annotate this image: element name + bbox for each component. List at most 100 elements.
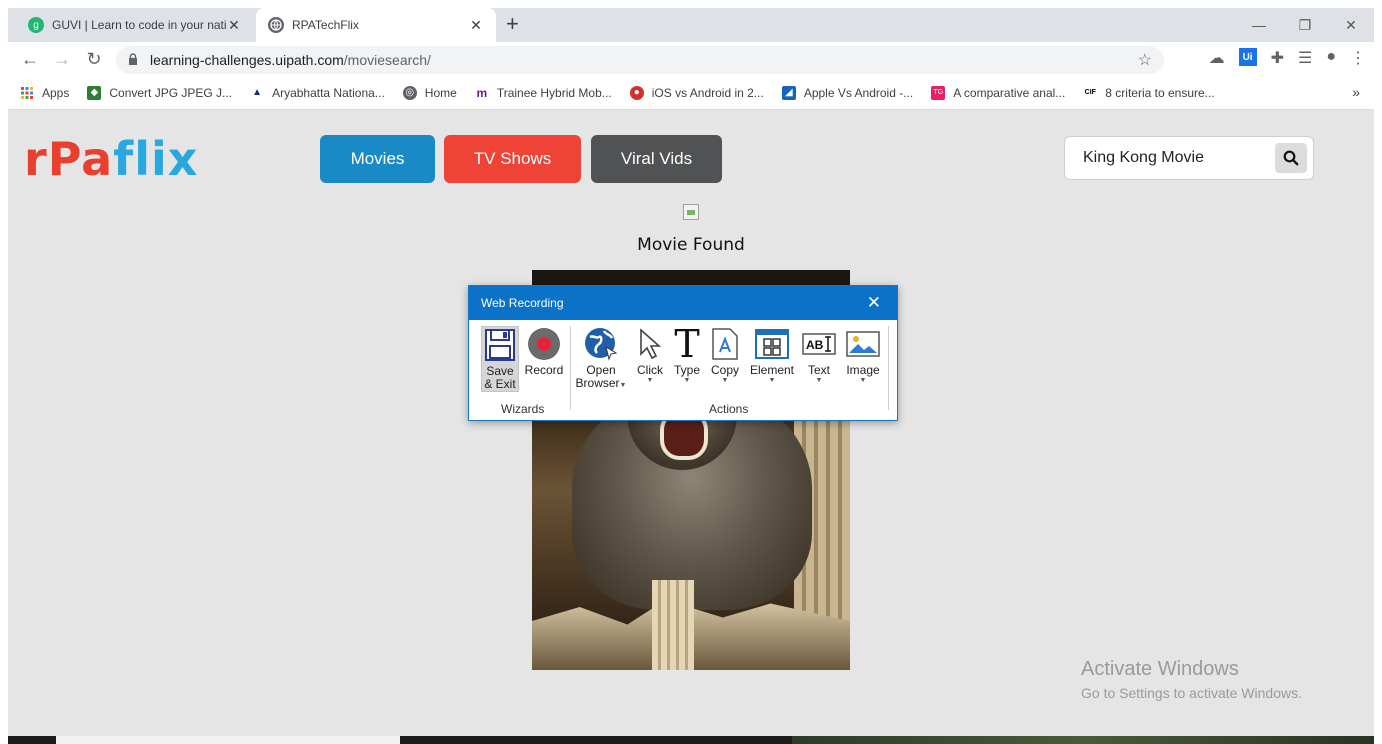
bookmark-aryabhatta[interactable]: ▲ Aryabhatta Nationa... — [250, 86, 385, 100]
bookmarks-bar: Apps ◆ Convert JPG JPEG J... ▲ Aryabhatt… — [8, 76, 1374, 110]
text-button[interactable]: AB Text ▼ — [801, 326, 837, 385]
element-window-icon — [755, 326, 789, 362]
dialog-header: Web Recording ✕ — [469, 286, 897, 320]
tab-guvi[interactable]: g GUVI | Learn to code in your nati ✕ — [16, 8, 254, 42]
cif-icon: CIF — [1084, 89, 1096, 96]
bookmark-comparative[interactable]: TG A comparative anal... — [931, 85, 1065, 100]
address-bar[interactable]: learning-challenges.uipath.com/moviesear… — [116, 46, 1164, 74]
target-icon: ● — [629, 85, 644, 100]
tg-icon: TG — [931, 85, 946, 100]
element-button[interactable]: Element ▼ — [747, 326, 797, 385]
viral-vids-button[interactable]: Viral Vids — [591, 135, 722, 183]
element-label: Element — [749, 363, 795, 377]
dialog-close-button[interactable]: ✕ — [867, 293, 881, 313]
copy-label: Copy — [710, 363, 739, 377]
browser-toolbar: ← → ↻ learning-challenges.uipath.com/mov… — [8, 42, 1374, 76]
bookmark-star-icon[interactable]: ☆ — [1138, 50, 1152, 70]
windows-taskbar — [8, 736, 1374, 744]
watermark-subtitle: Go to Settings to activate Windows. — [1081, 685, 1302, 701]
close-window-button[interactable]: ✕ — [1328, 8, 1374, 42]
minimize-button[interactable]: — — [1236, 8, 1282, 42]
bookmark-ios-vs-android[interactable]: ● iOS vs Android in 2... — [629, 85, 764, 100]
bookmark-convert-jpg[interactable]: ◆ Convert JPG JPEG J... — [87, 85, 233, 100]
open-browser-label-2: Browser — [575, 376, 620, 390]
bookmark-label: Apps — [42, 85, 70, 100]
rpaflix-logo[interactable]: rPaflix — [24, 132, 198, 186]
type-label: Type — [673, 363, 700, 377]
tab-rpatechflix[interactable]: RPATechFlix ✕ — [256, 8, 496, 42]
search-box[interactable]: King Kong Movie — [1064, 136, 1314, 180]
movies-button[interactable]: Movies — [320, 135, 435, 183]
url-host: learning-challenges.uipath.com — [150, 52, 344, 68]
logo-part-r: r — [24, 132, 48, 186]
click-button[interactable]: Click ▼ — [633, 326, 667, 385]
image-button[interactable]: Image ▼ — [841, 326, 885, 385]
restore-button[interactable]: ❐ — [1282, 8, 1328, 42]
image-picture-icon — [846, 326, 880, 362]
bookmark-apps[interactable]: Apps — [20, 86, 69, 100]
reload-button[interactable]: ↻ — [78, 49, 110, 70]
menu-kebab-icon[interactable]: ⋮ — [1350, 48, 1366, 68]
chevron-down-icon: ▼ — [683, 377, 691, 384]
watermark-title: Activate Windows — [1081, 658, 1239, 680]
open-browser-globe-icon — [584, 326, 618, 362]
bookmark-label: 8 criteria to ensure... — [1105, 85, 1215, 100]
chevron-down-icon: ▼ — [768, 377, 776, 384]
bookmark-criteria[interactable]: CIF 8 criteria to ensure... — [1083, 85, 1215, 100]
uipath-extension-icon[interactable]: Ui — [1238, 48, 1257, 66]
web-recording-dialog: Web Recording ✕ Save & Exit Record Wizar… — [468, 285, 898, 421]
tab-close-icon[interactable]: ✕ — [468, 17, 484, 34]
url-path: /moviesearch/ — [343, 52, 431, 68]
bookmarks-overflow-button[interactable]: » — [1352, 84, 1360, 100]
chevron-down-icon: ▼ — [815, 377, 823, 384]
puzzle-extensions-icon[interactable]: ✚ — [1271, 48, 1284, 68]
tab-close-icon[interactable]: ✕ — [226, 17, 242, 34]
save-disk-icon — [485, 327, 515, 363]
record-button[interactable]: Record — [524, 326, 564, 377]
m-icon: m — [476, 85, 488, 100]
wizards-group-label: Wizards — [501, 402, 545, 416]
copy-button[interactable]: Copy ▼ — [707, 326, 743, 385]
tab-title: GUVI | Learn to code in your nati — [52, 18, 226, 32]
bookmark-apple-vs-android[interactable]: ◢ Apple Vs Android -... — [781, 85, 913, 100]
activate-windows-watermark: Activate Windows Go to Settings to activ… — [1081, 658, 1302, 701]
record-icon — [527, 326, 561, 362]
result-heading: Movie Found — [637, 235, 745, 255]
browser-window: g GUVI | Learn to code in your nati ✕ RP… — [8, 8, 1374, 110]
back-button[interactable]: ← — [14, 49, 46, 70]
chevron-down-icon: ▼ — [619, 382, 627, 389]
bookmark-label: iOS vs Android in 2... — [651, 85, 764, 100]
tv-shows-button[interactable]: TV Shows — [444, 135, 581, 183]
search-icon[interactable] — [1275, 143, 1307, 173]
bookmark-home[interactable]: ◎ Home — [402, 85, 457, 100]
taskbar-apps — [792, 736, 1374, 744]
chevron-down-icon: ▼ — [646, 377, 654, 384]
record-label: Record — [524, 363, 564, 377]
new-tab-button[interactable]: + — [506, 11, 519, 37]
bookmark-label: Home — [424, 85, 457, 100]
search-input[interactable]: King Kong Movie — [1083, 149, 1204, 167]
globe-icon: ◎ — [402, 85, 417, 100]
bookmark-label: Trainee Hybrid Mob... — [496, 85, 612, 100]
save-exit-button[interactable]: Save & Exit — [481, 326, 519, 392]
taskbar-search[interactable] — [56, 736, 400, 744]
type-t-icon: T — [674, 321, 700, 366]
poster-column — [652, 580, 694, 670]
globe-icon — [268, 17, 284, 33]
open-browser-button[interactable]: Open Browser▼ — [575, 326, 627, 390]
guvi-favicon-icon: g — [28, 17, 44, 33]
type-button[interactable]: T Type ▼ — [671, 321, 703, 385]
cursor-arrow-icon — [638, 326, 662, 362]
bookmark-trainee-hybrid[interactable]: m Trainee Hybrid Mob... — [475, 85, 612, 100]
text-label: Text — [807, 363, 830, 377]
lock-icon — [128, 52, 138, 68]
bookmark-label: Convert JPG JPEG J... — [109, 85, 233, 100]
profile-avatar-icon[interactable]: ● — [1326, 48, 1336, 68]
forward-button[interactable]: → — [46, 49, 78, 70]
cloud-extension-icon[interactable]: ☁ — [1209, 48, 1225, 68]
chevron-down-icon: ▼ — [721, 377, 729, 384]
svg-text:AB: AB — [806, 338, 824, 352]
reading-list-icon[interactable]: ☰ — [1298, 48, 1312, 68]
tab-title: RPATechFlix — [292, 18, 359, 32]
tab-strip: g GUVI | Learn to code in your nati ✕ RP… — [8, 8, 1374, 42]
